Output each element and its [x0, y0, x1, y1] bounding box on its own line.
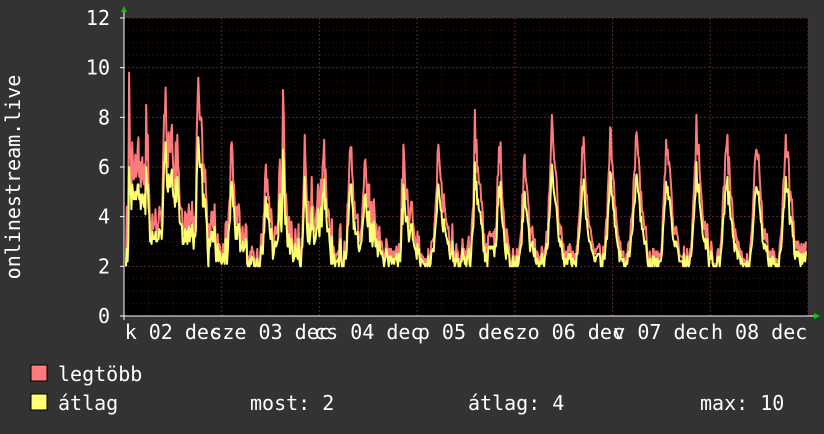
stat-now: most: 2	[250, 391, 334, 415]
y-tick-label: 4	[98, 205, 110, 229]
x-tick-label: p 05 dec	[418, 320, 514, 344]
x-tick-label: v 07 dec	[613, 320, 709, 344]
y-tick-label: 2	[98, 254, 110, 278]
legend-swatch-max	[30, 364, 48, 382]
y-tick-label: 0	[98, 304, 110, 328]
stat-max: max: 10	[700, 391, 784, 415]
x-tick-label: h 08 dec	[711, 320, 807, 344]
chart-container: 0 2 4 6 8 10 12 k 02 dec sze 03 dec cs 04 dec p 0…	[0, 0, 824, 430]
x-tick-label: cs 04 dec	[314, 320, 422, 344]
y-axis-label: onlinestream.live	[1, 75, 25, 280]
y-tick-label: 12	[86, 6, 110, 30]
stat-average: átlag: 4	[468, 391, 564, 415]
x-tick-labels: k 02 decsze 03 deccs 04 decp 05 decszo 0…	[125, 320, 808, 344]
x-tick-label: sze 03 dec	[210, 320, 330, 344]
x-tick-label: k 02 dec	[125, 320, 221, 344]
chart-svg: 0 2 4 6 8 10 12 k 02 decsze 03 deccs 04 decp 0…	[0, 0, 824, 430]
y-tick-label: 10	[86, 56, 110, 80]
legend-swatch-avg	[30, 393, 48, 411]
legend-label-max: legtöbb	[58, 362, 142, 386]
y-tick-label: 6	[98, 155, 110, 179]
x-tick-label: szo 06 dec	[504, 320, 624, 344]
legend-label-avg: átlag	[58, 391, 118, 415]
y-tick-label: 8	[98, 105, 110, 129]
